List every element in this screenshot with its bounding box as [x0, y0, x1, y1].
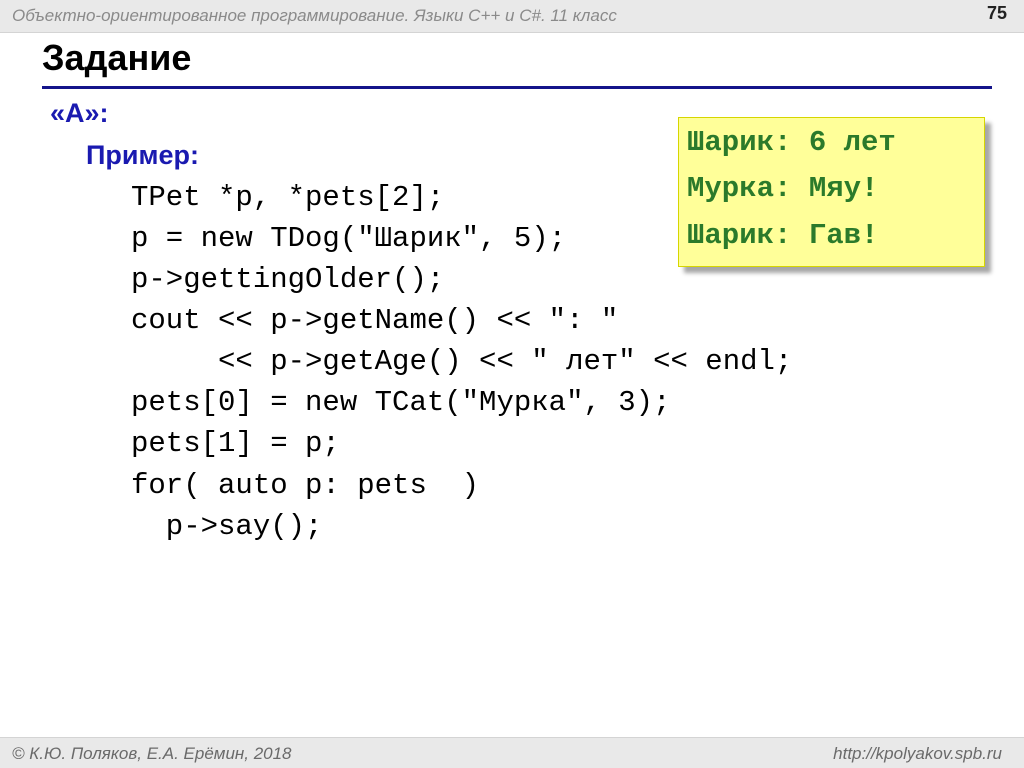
- output-line: Шарик: 6 лет: [687, 126, 896, 159]
- course-title: Объектно-ориентированное программировани…: [12, 6, 617, 25]
- code-line: TPet *p, *pets[2];: [131, 181, 445, 214]
- footer-url: http://kpolyakov.spb.ru: [833, 744, 1002, 763]
- code-line: for( auto p: pets ): [131, 469, 480, 502]
- header-bar: Объектно-ориентированное программировани…: [0, 0, 1024, 33]
- program-output-box: Шарик: 6 лет Мурка: Мяу! Шарик: Гав!: [678, 117, 985, 267]
- output-line: Мурка: Мяу!: [687, 172, 879, 205]
- footer-authors: © К.Ю. Поляков, Е.А. Ерёмин, 2018: [12, 744, 292, 763]
- code-line: p->gettingOlder();: [131, 263, 445, 296]
- slide-number: 75: [986, 3, 1007, 23]
- code-line: p = new TDog("Шарик", 5);: [131, 222, 567, 255]
- code-line: pets[0] = new TCat("Мурка", 3);: [131, 386, 671, 419]
- code-line: pets[1] = p;: [131, 427, 340, 460]
- title-underline: [42, 86, 992, 89]
- example-heading: Пример:: [86, 140, 199, 171]
- code-line: cout << p->getName() << ": ": [131, 304, 619, 337]
- example-colon: :: [189, 140, 199, 170]
- code-line: << p->getAge() << " лет" << endl;: [131, 345, 793, 378]
- variant-label: «A»:: [50, 98, 109, 128]
- example-label: Пример: [86, 140, 190, 170]
- slide-title: Задание: [42, 37, 192, 78]
- output-line: Шарик: Гав!: [687, 219, 879, 252]
- code-line: p->say();: [131, 510, 323, 543]
- footer-bar: © К.Ю. Поляков, Е.А. Ерёмин, 2018 http:/…: [0, 737, 1024, 768]
